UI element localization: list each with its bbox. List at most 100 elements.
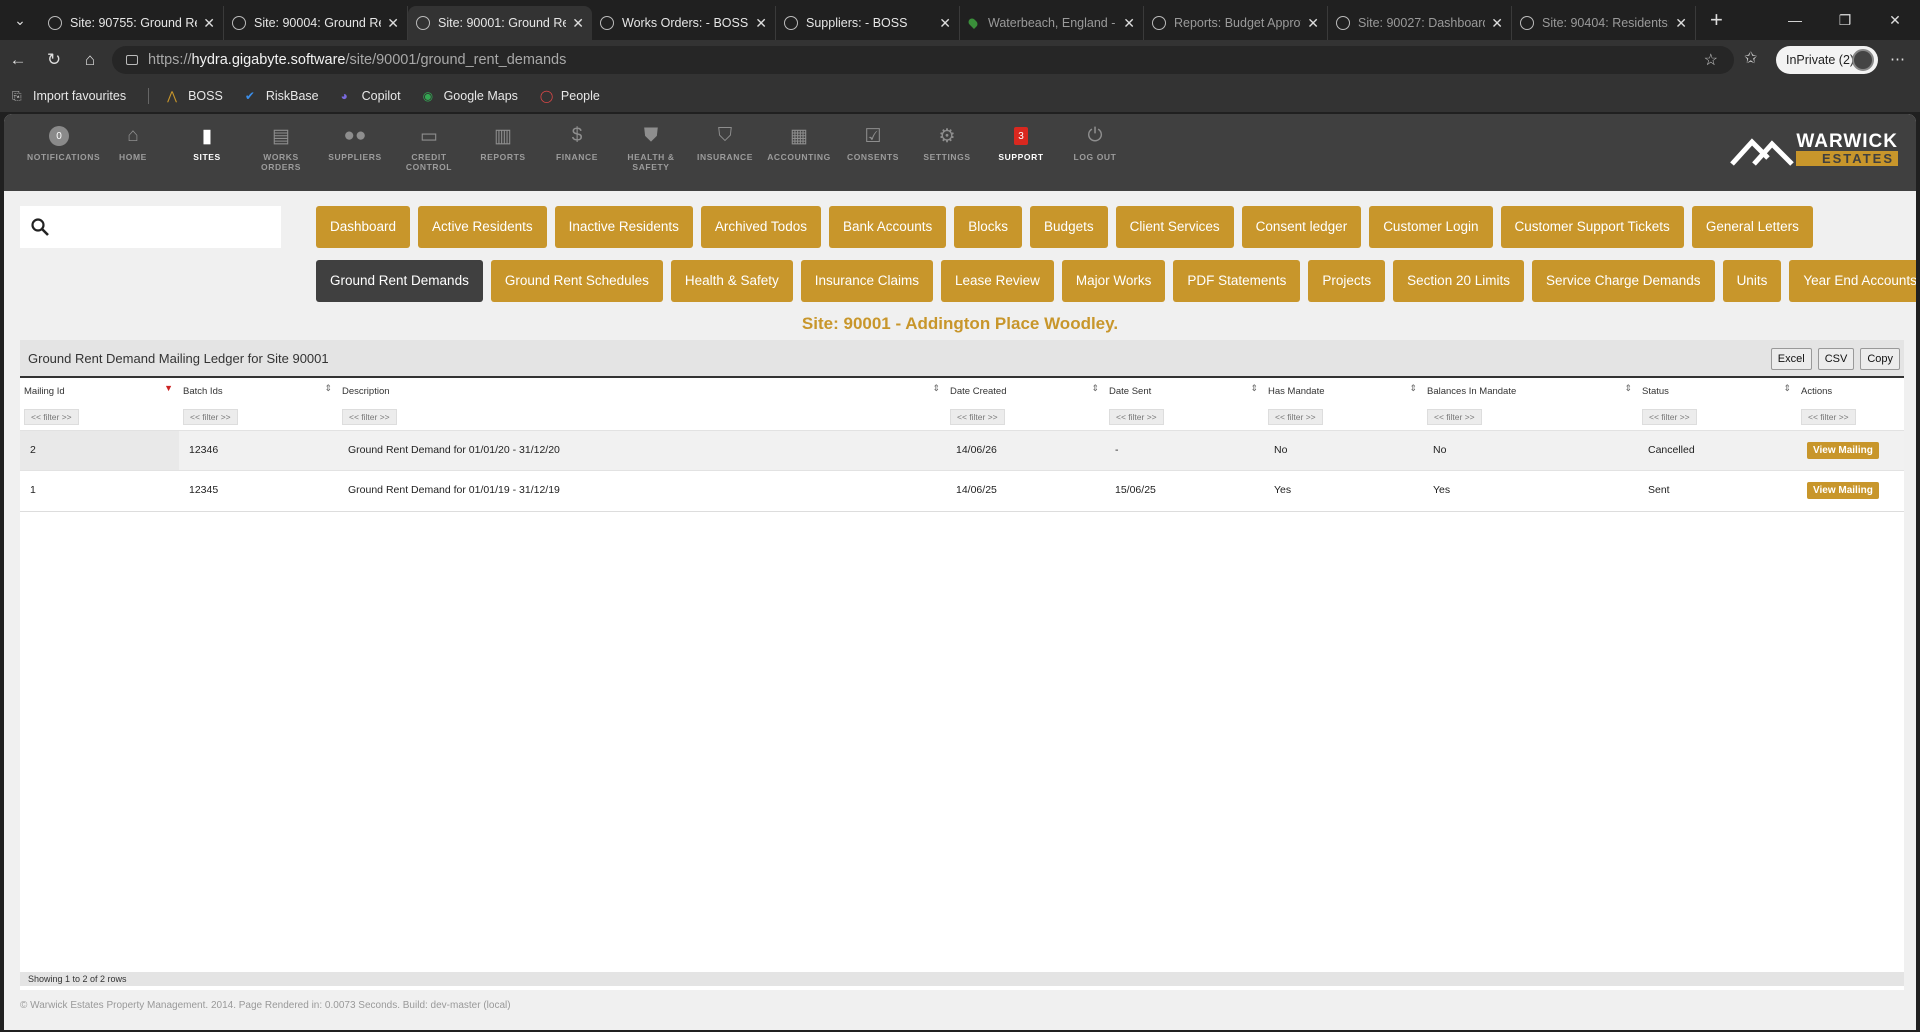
copy-button[interactable]: Copy xyxy=(1860,348,1900,370)
site-button-archived-todos[interactable]: Archived Todos xyxy=(700,206,821,248)
minimize-button[interactable]: — xyxy=(1770,0,1820,40)
site-button-year-end-accounts[interactable]: Year End Accounts xyxy=(1789,260,1916,302)
favourites-icon[interactable]: ✩ xyxy=(1744,48,1757,68)
sort-icon[interactable]: ⇕ xyxy=(1250,384,1258,393)
column-header-date-created[interactable]: Date Created ⇕ xyxy=(946,378,1105,404)
column-filter-date-sent[interactable]: << filter >> xyxy=(1109,408,1164,425)
nav-notifications[interactable]: 0 NOTIFICATIONS xyxy=(22,114,100,191)
sort-icon[interactable]: ⇕ xyxy=(1624,384,1632,393)
tab-close-icon[interactable]: ✕ xyxy=(939,15,951,32)
column-filter-has-mandate[interactable]: << filter >> xyxy=(1268,408,1323,425)
favourite-copilot[interactable]: ◕ Copilot xyxy=(341,89,401,103)
column-filter-date-created[interactable]: << filter >> xyxy=(950,408,1005,425)
column-header-status[interactable]: Status ⇕ xyxy=(1638,378,1797,404)
site-button-bank-accounts[interactable]: Bank Accounts xyxy=(828,206,947,248)
column-filter-mailing-id[interactable]: << filter >> xyxy=(24,408,79,425)
site-button-insurance-claims[interactable]: Insurance Claims xyxy=(800,260,934,302)
browser-tab[interactable]: Works Orders: - BOSS ✕ xyxy=(592,6,776,40)
site-button-customer-login[interactable]: Customer Login xyxy=(1369,206,1493,248)
site-button-active-residents[interactable]: Active Residents xyxy=(418,206,547,248)
tab-close-icon[interactable]: ✕ xyxy=(572,15,584,32)
sort-icon[interactable]: ⇕ xyxy=(1091,384,1099,393)
home-button[interactable]: ⌂ xyxy=(72,50,108,70)
column-header-mailing-id[interactable]: Mailing Id ▼ xyxy=(20,378,179,404)
excel-export-button[interactable]: Excel xyxy=(1770,348,1812,370)
restore-button[interactable]: ❐ xyxy=(1820,0,1870,40)
site-button-ground-rent-demands[interactable]: Ground Rent Demands xyxy=(316,260,483,302)
site-button-general-letters[interactable]: General Letters xyxy=(1691,206,1813,248)
site-button-major-works[interactable]: Major Works xyxy=(1061,260,1166,302)
browser-tab[interactable]: Suppliers: - BOSS ✕ xyxy=(776,6,960,40)
tab-close-icon[interactable]: ✕ xyxy=(203,15,215,32)
site-button-dashboard[interactable]: Dashboard xyxy=(316,206,411,248)
tab-close-icon[interactable]: ✕ xyxy=(1307,15,1319,32)
column-header-date-sent[interactable]: Date Sent ⇕ xyxy=(1105,378,1264,404)
csv-export-button[interactable]: CSV xyxy=(1817,348,1855,370)
tab-close-icon[interactable]: ✕ xyxy=(755,15,767,32)
site-button-consent-ledger[interactable]: Consent ledger xyxy=(1241,206,1362,248)
site-button-units[interactable]: Units xyxy=(1722,260,1782,302)
nav-insurance[interactable]: ⛉ INSURANCE xyxy=(688,114,762,191)
column-header-batch-ids[interactable]: Batch Ids ⇕ xyxy=(179,378,338,404)
nav-health-and-safety[interactable]: ⛊ HEALTH & SAFETY xyxy=(614,114,688,191)
nav-support[interactable]: 3 SUPPORT xyxy=(984,114,1058,191)
site-button-customer-support-tickets[interactable]: Customer Support Tickets xyxy=(1500,206,1684,248)
favourite-import-favourites[interactable]: ⎘ Import favourites xyxy=(12,89,126,103)
browser-tab[interactable]: Waterbeach, England - G ✕ xyxy=(960,6,1144,40)
sort-icon[interactable]: ⇕ xyxy=(1409,384,1417,393)
site-button-inactive-residents[interactable]: Inactive Residents xyxy=(554,206,693,248)
sort-icon[interactable]: ⇕ xyxy=(1783,384,1791,393)
favourite-star-icon[interactable]: ☆ xyxy=(1704,50,1718,70)
close-window-button[interactable]: ✕ xyxy=(1870,0,1920,40)
tab-actions-menu-button[interactable]: ⌄ xyxy=(0,0,40,40)
sort-icon[interactable]: ⇕ xyxy=(932,384,940,393)
nav-consents[interactable]: ☑ CONSENTS xyxy=(836,114,910,191)
refresh-button[interactable]: ↻ xyxy=(36,50,72,70)
column-filter-description[interactable]: << filter >> xyxy=(342,408,397,425)
tab-close-icon[interactable]: ✕ xyxy=(1491,15,1503,32)
site-button-lease-review[interactable]: Lease Review xyxy=(941,260,1054,302)
browser-tab[interactable]: Site: 90027: Dashboard: ✕ xyxy=(1328,6,1512,40)
site-button-client-services[interactable]: Client Services xyxy=(1115,206,1234,248)
favourite-boss[interactable]: ⋀ BOSS xyxy=(167,89,223,103)
column-filter-balances-in-mandate[interactable]: << filter >> xyxy=(1427,408,1482,425)
tab-close-icon[interactable]: ✕ xyxy=(1123,15,1135,32)
view-mailing-button[interactable]: View Mailing xyxy=(1807,481,1879,499)
nav-suppliers[interactable]: ●● SUPPLIERS xyxy=(318,114,392,191)
more-options-icon[interactable]: ⋯ xyxy=(1890,50,1905,68)
favourite-google-maps[interactable]: ◉ Google Maps xyxy=(423,89,518,103)
sort-icon[interactable]: ⇕ xyxy=(324,384,332,393)
search-input[interactable] xyxy=(20,206,281,248)
sort-desc-icon[interactable]: ▼ xyxy=(164,384,173,393)
site-button-pdf-statements[interactable]: PDF Statements xyxy=(1173,260,1301,302)
browser-tab[interactable]: Site: 90755: Ground Ren ✕ xyxy=(40,6,224,40)
browser-tab[interactable]: Site: 90004: Ground Ren ✕ xyxy=(224,6,408,40)
tab-close-icon[interactable]: ✕ xyxy=(387,15,399,32)
nav-sites[interactable]: ▮ SITES xyxy=(170,114,244,191)
site-button-budgets[interactable]: Budgets xyxy=(1030,206,1108,248)
browser-tab[interactable]: Site: 90404: Residents: - ✕ xyxy=(1512,6,1696,40)
column-header-description[interactable]: Description ⇕ xyxy=(338,378,946,404)
nav-home[interactable]: ⌂ HOME xyxy=(96,114,170,191)
nav-accounting[interactable]: ▦ ACCOUNTING xyxy=(762,114,836,191)
browser-tab[interactable]: Site: 90001: Ground Ren ✕ xyxy=(408,6,592,40)
column-filter-actions[interactable]: << filter >> xyxy=(1801,408,1856,425)
view-mailing-button[interactable]: View Mailing xyxy=(1807,441,1879,459)
column-header-balances-in-mandate[interactable]: Balances In Mandate ⇕ xyxy=(1423,378,1638,404)
url-field[interactable]: https://hydra.gigabyte.software/site/900… xyxy=(112,46,1734,74)
nav-settings[interactable]: ⚙ SETTINGS xyxy=(910,114,984,191)
browser-tab[interactable]: Reports: Budget Approv ✕ xyxy=(1144,6,1328,40)
site-button-section-20-limits[interactable]: Section 20 Limits xyxy=(1393,260,1524,302)
nav-finance[interactable]: $ FINANCE xyxy=(540,114,614,191)
favourite-riskbase[interactable]: ✔ RiskBase xyxy=(245,89,319,103)
site-button-service-charge-demands[interactable]: Service Charge Demands xyxy=(1531,260,1715,302)
new-tab-button[interactable]: + xyxy=(1710,7,1723,33)
site-button-health-and-safety[interactable]: Health & Safety xyxy=(670,260,793,302)
nav-works-orders[interactable]: ▤ WORKS ORDERS xyxy=(244,114,318,191)
inprivate-button[interactable]: InPrivate (2) xyxy=(1776,46,1878,74)
column-filter-batch-ids[interactable]: << filter >> xyxy=(183,408,238,425)
nav-log-out[interactable]: ⏻ LOG OUT xyxy=(1058,114,1132,191)
site-button-ground-rent-schedules[interactable]: Ground Rent Schedules xyxy=(490,260,663,302)
column-header-has-mandate[interactable]: Has Mandate ⇕ xyxy=(1264,378,1423,404)
back-button[interactable]: ← xyxy=(0,50,36,70)
